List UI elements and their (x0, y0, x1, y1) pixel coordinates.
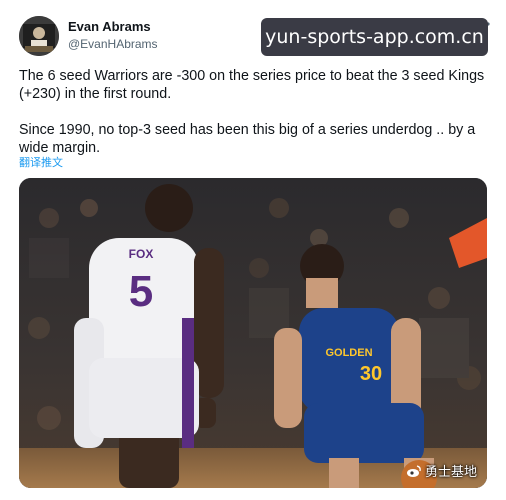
tweet-paragraph-1: The 6 seed Warriors are -300 on the seri… (19, 68, 485, 102)
warriors-jersey-number: 30 (360, 363, 382, 385)
author-name[interactable]: Evan Abrams (68, 19, 151, 34)
tweet-paragraph-2: Since 1990, no top-3 seed has been this … (19, 122, 476, 156)
warriors-jersey-team: GOLDEN (325, 347, 372, 359)
avatar-image (19, 16, 59, 56)
tweet-photo[interactable]: FOX 5 GOLDEN 30 勇士基地 (19, 178, 487, 488)
tweet-card: Evan Abrams @EvanHAbrams yun-sports-app.… (0, 0, 506, 500)
weibo-icon (406, 464, 421, 477)
basketball-photo: FOX 5 GOLDEN 30 (19, 178, 487, 488)
kings-jersey-number: 5 (129, 267, 153, 316)
kings-jersey-name: FOX (129, 247, 154, 261)
site-watermark: yun-sports-app.com.cn (261, 18, 488, 56)
translate-link[interactable]: 翻译推文 (19, 154, 63, 170)
tweet-body: The 6 seed Warriors are -300 on the seri… (19, 67, 497, 175)
corner-watermark: 勇士基地 (406, 461, 477, 480)
avatar[interactable] (19, 16, 59, 56)
author-handle[interactable]: @EvanHAbrams (68, 37, 158, 51)
corner-watermark-text: 勇士基地 (424, 465, 477, 480)
